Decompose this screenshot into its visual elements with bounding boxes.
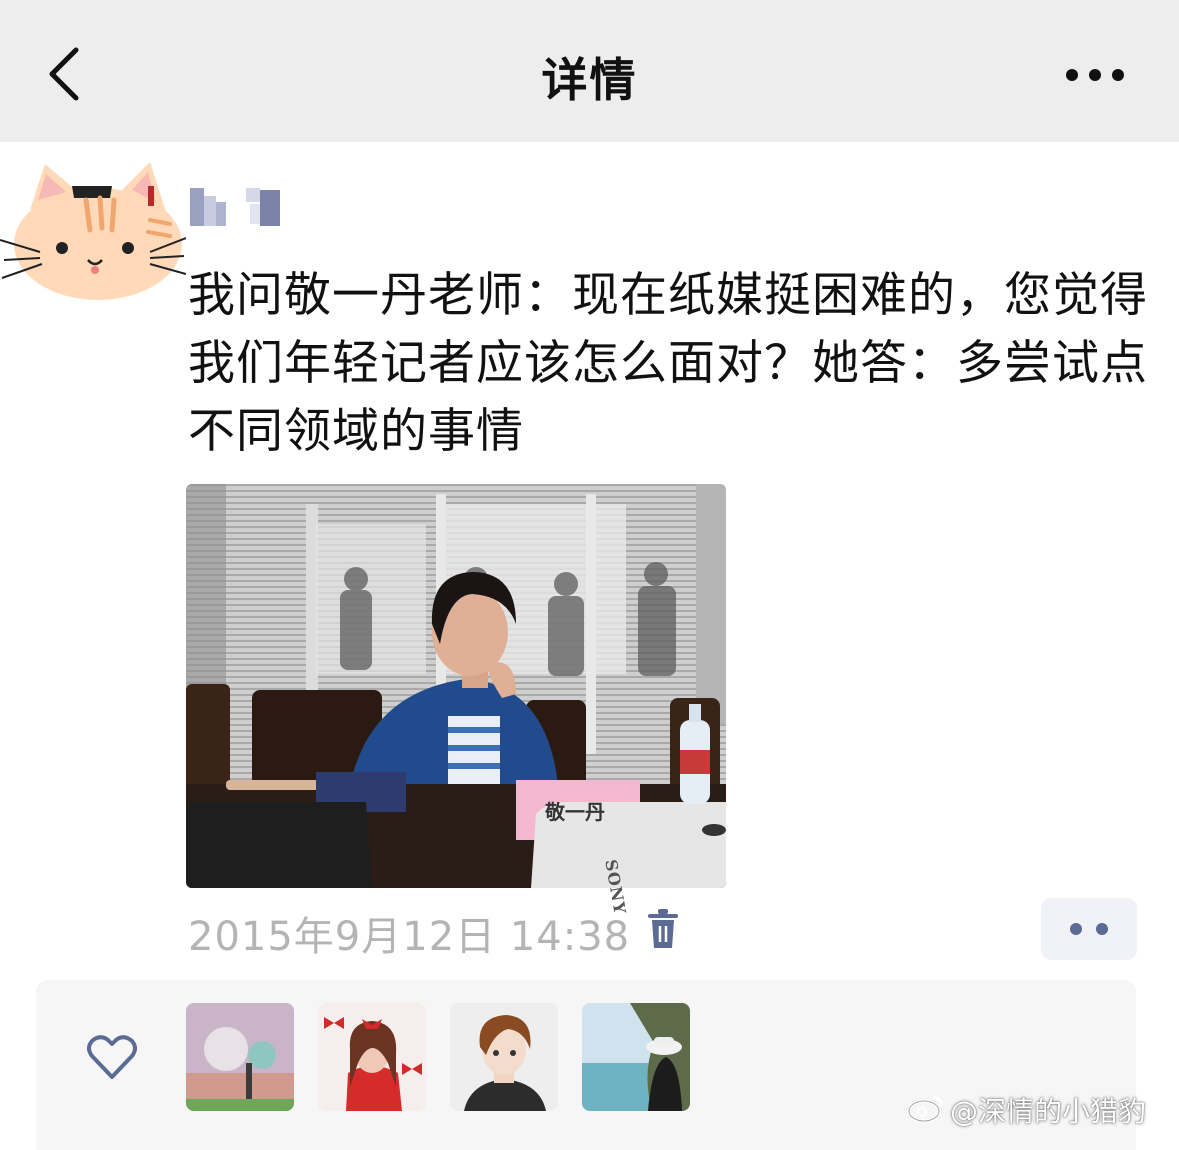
weibo-logo-icon	[907, 1095, 944, 1123]
avatar[interactable]	[0, 160, 186, 300]
liker-avatar[interactable]	[450, 1003, 558, 1111]
liker-avatar-image	[450, 1003, 558, 1111]
post-timestamp: 2015年9月12日 14:38	[188, 914, 631, 960]
liker-avatar[interactable]	[318, 1003, 426, 1111]
post-photo[interactable]	[186, 484, 726, 888]
trash-icon[interactable]	[646, 908, 680, 950]
liker-avatar-image	[186, 1003, 294, 1111]
liker-avatar[interactable]	[582, 1003, 690, 1111]
two-dots-icon	[1070, 923, 1108, 935]
photo-nameplate: 敬一丹	[545, 800, 605, 824]
post-text: 我问敬一丹老师：现在纸媒挺困难的，您觉得我们年轻记者应该怎么面对？她答：多尝试点…	[188, 268, 1148, 459]
watermark: @深情的小猎豹	[950, 1095, 1147, 1128]
photo-illustration	[186, 484, 726, 888]
username-blurred[interactable]	[188, 188, 288, 228]
nav-bar: 详情	[0, 0, 1179, 142]
heart-outline-icon	[87, 1035, 137, 1079]
liker-avatar[interactable]	[186, 1003, 294, 1111]
comment-like-menu-button[interactable]	[1041, 898, 1137, 960]
page-title: 详情	[541, 53, 638, 107]
liker-avatar-image	[582, 1003, 690, 1111]
ellipsis-icon[interactable]	[1064, 66, 1126, 84]
liker-avatar-image	[318, 1003, 426, 1111]
